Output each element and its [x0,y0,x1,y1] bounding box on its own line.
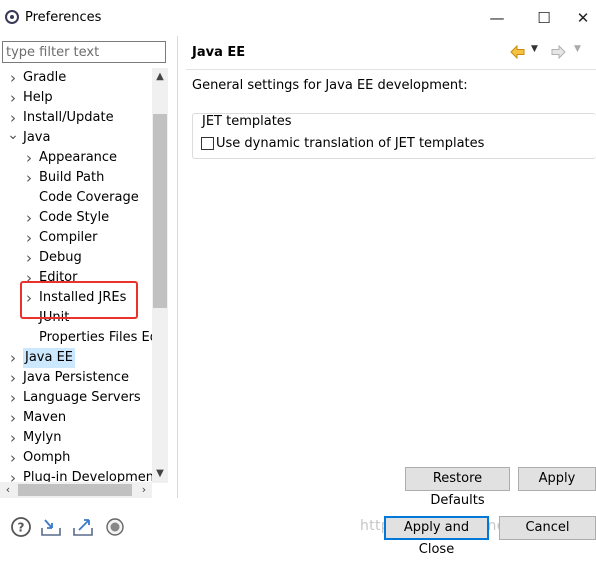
page-title: Java EE [192,45,246,60]
tree-item-label[interactable]: Compiler [39,228,98,248]
tree-item-label[interactable]: Gradle [23,68,66,88]
page-description: General settings for Java EE development… [192,78,468,93]
tree-item-java-ee[interactable]: › Java EE [0,348,152,368]
tree-item-code-style[interactable]: › Code Style [0,208,152,228]
tree-item-oomph[interactable]: › Oomph [0,448,152,468]
minimize-button[interactable]: — [482,6,512,30]
annotation-highlight-box [20,281,138,319]
title-bar: Preferences — ☐ ✕ [0,0,596,36]
window-title: Preferences [25,10,102,25]
apply-and-close-button[interactable]: Apply and Close [384,516,489,557]
export-icon[interactable] [72,516,94,538]
tree-item-language-servers[interactable]: › Language Servers [0,388,152,408]
tree-item-label[interactable]: Debug [39,248,82,268]
filter-field[interactable] [2,41,166,63]
tree-item-maven[interactable]: › Maven [0,408,152,428]
restore-defaults-button[interactable]: Restore Defaults [405,467,510,508]
scroll-left-icon[interactable]: ‹ [0,482,16,498]
tree-vertical-scrollbar[interactable]: ▲ ▼ [152,68,168,483]
tree-item-java-persistence[interactable]: › Java Persistence [0,368,152,388]
tree-item-install-update[interactable]: › Install/Update [0,108,152,128]
chevron-right-icon[interactable]: › [22,228,36,248]
chevron-right-icon[interactable]: › [6,368,20,388]
tree-item-gradle[interactable]: › Gradle [0,68,152,88]
tree-item-label[interactable]: Code Style [39,208,109,228]
chevron-right-icon[interactable]: › [22,168,36,188]
tree-item-label[interactable]: Java Persistence [23,368,129,388]
maximize-button[interactable]: ☐ [529,6,559,30]
vertical-scroll-thumb[interactable] [153,114,167,308]
chevron-right-icon[interactable]: › [6,448,20,468]
tree-item-label[interactable]: Mylyn [23,428,61,448]
preference-tree: › Gradle › Help › Install/Update ⌄ Java › Appeara… [0,68,152,483]
tree-item-label[interactable]: Language Servers [23,388,141,408]
tree-item-appearance[interactable]: › Appearance [0,148,152,168]
header-divider [186,69,596,70]
tree-item-label[interactable]: Properties Files Edi [39,328,152,348]
help-icon[interactable]: ? [10,516,32,538]
chevron-right-icon[interactable]: › [6,88,20,108]
chevron-right-icon[interactable]: › [22,208,36,228]
close-button[interactable]: ✕ [568,6,596,30]
tree-item-code-coverage[interactable]: Code Coverage [0,188,152,208]
chevron-right-icon[interactable]: › [6,348,20,368]
horizontal-scroll-thumb[interactable] [18,484,132,496]
tree-item-label[interactable]: Code Coverage [39,188,139,208]
tree-item-label[interactable]: Install/Update [23,108,114,128]
scroll-up-icon[interactable]: ▲ [152,68,168,86]
tree-item-label[interactable]: Maven [23,408,66,428]
tree-item-label[interactable]: Plug-in Development [23,468,152,483]
tree-item-label[interactable]: Java EE [23,348,76,368]
tree-horizontal-scrollbar[interactable]: ‹ › [0,482,152,498]
eclipse-app-icon [5,10,19,24]
apply-button[interactable]: Apply [518,467,596,491]
tree-item-label[interactable]: Java [23,128,50,148]
record-icon[interactable] [104,516,126,538]
chevron-right-icon[interactable]: › [22,248,36,268]
scroll-right-icon[interactable]: › [136,482,152,498]
tree-item-help[interactable]: › Help [0,88,152,108]
tree-item-properties-files-edi[interactable]: Properties Files Edi [0,328,152,348]
chevron-right-icon[interactable]: › [6,68,20,88]
tree-item-label[interactable]: Appearance [39,148,117,168]
tree-item-compiler[interactable]: › Compiler [0,228,152,248]
chevron-right-icon[interactable]: › [6,428,20,448]
chevron-right-icon[interactable]: › [6,388,20,408]
tree-item-java[interactable]: ⌄ Java [0,128,152,148]
filter-input[interactable] [6,43,162,61]
forward-dropdown-icon[interactable]: ▼ [574,44,581,54]
scroll-down-icon[interactable]: ▼ [152,465,168,483]
panel-splitter[interactable] [177,36,178,498]
svg-text:?: ? [18,521,25,535]
group-title: JET templates [200,114,294,129]
tree-item-build-path[interactable]: › Build Path [0,168,152,188]
chevron-right-icon[interactable]: › [6,468,20,483]
tree-item-label[interactable]: Build Path [39,168,104,188]
dynamic-translation-label[interactable]: Use dynamic translation of JET templates [216,136,484,151]
tree-item-mylyn[interactable]: › Mylyn [0,428,152,448]
dynamic-translation-checkbox[interactable] [201,137,214,150]
chevron-right-icon[interactable]: › [6,108,20,128]
chevron-right-icon[interactable]: › [22,148,36,168]
tree-item-debug[interactable]: › Debug [0,248,152,268]
import-icon[interactable] [40,516,62,538]
tree-item-plug-in-development[interactable]: › Plug-in Development [0,468,152,483]
forward-arrow-icon[interactable] [548,42,568,62]
chevron-right-icon[interactable]: › [6,408,20,428]
cancel-button[interactable]: Cancel [499,516,596,540]
back-arrow-icon[interactable] [508,42,528,62]
back-dropdown-icon[interactable]: ▼ [531,44,538,54]
tree-item-label[interactable]: Oomph [23,448,70,468]
tree-item-label[interactable]: Help [23,88,53,108]
chevron-down-icon[interactable]: ⌄ [6,128,20,148]
